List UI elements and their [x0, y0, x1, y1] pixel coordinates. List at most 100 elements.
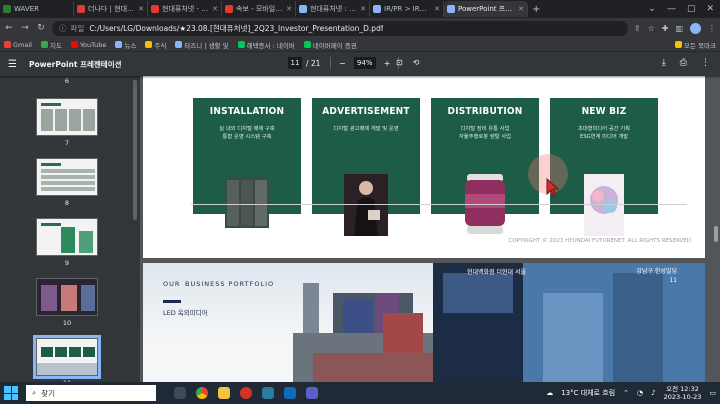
search-placeholder: 찾기: [41, 388, 56, 398]
thumbnail-item[interactable]: 6: [36, 76, 98, 85]
weather-icon[interactable]: ☁: [546, 389, 553, 397]
forward-icon[interactable]: →: [20, 23, 30, 33]
address-text: C:/Users/LG/Downloads/★23.08.[현대퓨처넷]_2Q2…: [89, 23, 384, 33]
tab-search-icon[interactable]: ⌄: [648, 4, 656, 14]
thumbnail-page[interactable]: [36, 278, 98, 316]
globe-icon: [373, 5, 381, 13]
close-tab-icon[interactable]: ✕: [138, 5, 144, 13]
chrome-icon[interactable]: [196, 387, 208, 399]
card-title: INSTALLATION: [209, 106, 285, 117]
bookmark[interactable]: 타즈니 | 생활 및: [175, 40, 229, 50]
youtube-icon: [70, 41, 78, 48]
browser-tab-active[interactable]: PowerPoint 프레젠테이션✕: [444, 1, 528, 17]
browser-tab[interactable]: 현대퓨처넷 : 네이버 금융✕: [296, 1, 370, 17]
tab-label: IR/PR > IR정보: [384, 5, 433, 13]
globe-icon: [299, 5, 307, 13]
thumbnail-page[interactable]: [36, 98, 98, 136]
thumbnail-item[interactable]: 10: [36, 278, 98, 327]
thumbnail-page[interactable]: [36, 218, 98, 256]
app-icon[interactable]: [306, 387, 318, 399]
fit-page-icon[interactable]: ⊡: [396, 58, 403, 67]
explorer-icon[interactable]: [218, 387, 230, 399]
pdf-page: OUR BUSINESS PORTFOLIO LED 옥외미디어 현대백화점 더…: [143, 263, 705, 382]
close-icon[interactable]: ✕: [706, 4, 714, 14]
share-icon[interactable]: ⇪: [634, 24, 641, 33]
pdf-toolbar: ☰ PowerPoint 프레젠테이션 11 / 21 − 94% + ⊡ ⟲ …: [0, 52, 720, 76]
bookmark[interactable]: Gmail: [4, 41, 32, 49]
thumbnail-item[interactable]: 9: [36, 218, 98, 267]
close-tab-icon[interactable]: ✕: [360, 5, 366, 13]
zoom-out-icon[interactable]: −: [339, 59, 346, 68]
thumbnail-page[interactable]: [36, 158, 98, 196]
volume-icon[interactable]: ♪: [651, 389, 655, 397]
windows-start-icon[interactable]: [4, 386, 18, 400]
screen: WAVER 더나다 | 현대퓨처넷 - YouTube✕ 현대퓨처넷 - You…: [0, 0, 720, 404]
sidepanel-icon[interactable]: ▥: [675, 24, 683, 33]
zoom-in-icon[interactable]: +: [384, 59, 391, 68]
section-label: OUR: [163, 280, 181, 288]
bookmark[interactable]: 주식: [145, 40, 166, 50]
browser-tab[interactable]: 속보 - 모바일 소개 - 네이버✕: [222, 1, 296, 17]
thumbnail-number: 8: [64, 199, 70, 207]
tab-label: 더나다 | 현대퓨처넷 - YouTube: [88, 5, 136, 13]
clock[interactable]: 오전 12:32 2023-10-23: [664, 385, 702, 401]
close-tab-icon[interactable]: ✕: [212, 5, 218, 13]
taskbar-search[interactable]: ⌕ 찾기: [26, 385, 156, 401]
tray-chevron-icon[interactable]: ⌃: [623, 389, 629, 397]
all-bookmarks[interactable]: 모든 북마크: [675, 40, 716, 50]
pdf-viewer[interactable]: INSTALLATION 실 내외 디지털 매체 구축 통합 운영 시스템 구축…: [140, 76, 720, 382]
service-card: DISTRIBUTION 디지털 장비 유통 사업 자율주행로봇 렌탈 사업: [431, 98, 539, 234]
download-icon[interactable]: ⤓: [662, 58, 666, 68]
notification-icon[interactable]: ▭: [709, 389, 716, 397]
bookmark[interactable]: 혜택증서 : 네이버: [237, 40, 295, 50]
scrollbar-thumb[interactable]: [714, 226, 718, 242]
thumbnail-number: 10: [62, 319, 72, 327]
more-icon[interactable]: ⋮: [701, 58, 710, 68]
bookmark-label: 혜택증서 : 네이버: [246, 41, 295, 50]
profile-avatar[interactable]: [690, 22, 701, 34]
record-icon[interactable]: [240, 387, 252, 399]
close-tab-icon[interactable]: ✕: [286, 5, 292, 13]
back-icon[interactable]: ←: [4, 23, 14, 33]
window-controls: ⌄ — ▢ ✕: [648, 4, 720, 14]
rotate-icon[interactable]: ⟲: [413, 58, 420, 67]
browser-tab[interactable]: IR/PR > IR정보 ✕: [370, 1, 444, 17]
maximize-icon[interactable]: ▢: [687, 4, 696, 14]
bookmark[interactable]: 지도: [40, 40, 62, 50]
menu-icon[interactable]: ☰: [8, 59, 17, 70]
browser-tab[interactable]: WAVER: [0, 1, 74, 17]
task-view-icon[interactable]: [174, 387, 186, 399]
minimize-icon[interactable]: —: [667, 4, 676, 14]
extensions-icon[interactable]: ✚: [662, 24, 669, 33]
reload-icon[interactable]: ↻: [36, 23, 46, 33]
page-number-input[interactable]: 11: [288, 57, 302, 69]
network-icon[interactable]: ◔: [637, 389, 643, 397]
print-icon[interactable]: ⎙: [680, 58, 687, 68]
thumbnail-page[interactable]: [33, 335, 101, 379]
bookmark[interactable]: 네이버페이 증권: [303, 40, 357, 50]
bookmark[interactable]: YouTube: [70, 41, 106, 49]
address-bar[interactable]: ⓘ 파일 C:/Users/LG/Downloads/★23.08.[현대퓨처넷…: [52, 20, 628, 36]
bookmark-star-icon[interactable]: ☆: [648, 24, 655, 33]
sidebar-scrollbar[interactable]: [133, 80, 137, 220]
app-icon[interactable]: [284, 387, 296, 399]
bookmark[interactable]: 뉴스: [115, 40, 136, 50]
thumbnail-item[interactable]: 7: [36, 98, 98, 147]
browser-tab[interactable]: 더나다 | 현대퓨처넷 - YouTube✕: [74, 1, 148, 17]
more-icon[interactable]: ⋮: [708, 24, 716, 33]
thumbnail-item-selected[interactable]: 11: [33, 335, 101, 382]
thumbnail-item[interactable]: 8: [36, 158, 98, 207]
app-icon[interactable]: [262, 387, 274, 399]
close-tab-icon[interactable]: ✕: [434, 5, 440, 13]
photo-caption-line: 11: [669, 277, 677, 284]
card-description: 초대형미디어 공간 기획 ESG연계 미디어 개발: [550, 125, 658, 141]
pdf-title: PowerPoint 프레젠테이션: [28, 59, 122, 69]
viewer-scrollbar[interactable]: [714, 76, 718, 382]
close-tab-icon[interactable]: ✕: [518, 5, 524, 13]
bookmark-label: 모든 북마크: [684, 41, 716, 50]
browser-tab[interactable]: 현대퓨처넷 - YouTube✕: [148, 1, 222, 17]
new-tab-button[interactable]: +: [528, 4, 544, 15]
card-desc-line: 자율주행로봇 렌탈 사업: [458, 134, 512, 140]
zoom-input[interactable]: 94%: [353, 57, 376, 69]
weather-text[interactable]: 13°C 대체로 흐림: [561, 388, 615, 398]
